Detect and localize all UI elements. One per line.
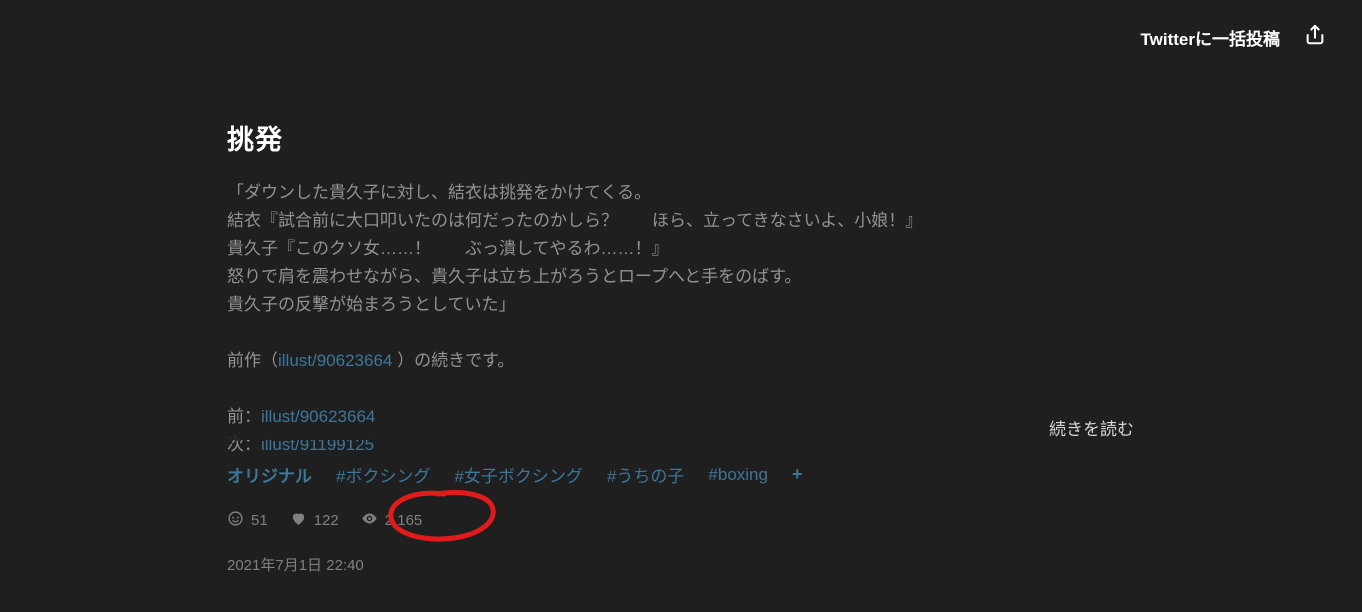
heart-icon — [290, 510, 307, 531]
stat-likes-count: 122 — [314, 512, 339, 529]
post-timestamp: 2021年7月1日 22:40 — [227, 554, 364, 575]
desc-line: 貴久子の反撃が始まろうとしていた」 — [227, 291, 1147, 319]
text: 前作（ — [227, 351, 278, 370]
add-tag-button[interactable]: + — [792, 464, 803, 485]
post-title: 挑発 — [227, 118, 1147, 157]
tag[interactable]: #うちの子 — [607, 462, 684, 487]
desc-line: 前作（illust/90623664 ）の続きです。 — [227, 347, 1147, 375]
prev-work-link-inline[interactable]: illust/90623664 — [278, 351, 392, 370]
stat-likes: 122 — [290, 510, 339, 531]
tag-primary[interactable]: オリジナル — [227, 462, 312, 487]
tag[interactable]: #ボクシング — [336, 462, 430, 487]
fade-mask — [227, 426, 527, 440]
prev-work-link[interactable]: illust/90623664 — [261, 407, 375, 426]
twitter-bulk-post-link[interactable]: Twitterに一括投稿 — [1141, 25, 1280, 50]
tag[interactable]: #女子ボクシング — [454, 462, 582, 487]
text: 前： — [227, 407, 261, 426]
smile-icon — [227, 510, 244, 531]
stat-smiles: 51 — [227, 510, 268, 531]
desc-line: 結衣『試合前に大口叩いたのは何だったのかしら？ ほら、立ってきなさいよ、小娘！』 — [227, 207, 1147, 235]
desc-line: 怒りで肩を震わせながら、貴久子は立ち上がろうとロープへと手をのばす。 — [227, 263, 1147, 291]
tag[interactable]: #boxing — [708, 465, 768, 485]
text: ）の続きです。 — [392, 351, 514, 370]
read-more-button[interactable]: 続きを読む — [1049, 415, 1134, 440]
share-icon[interactable] — [1304, 24, 1326, 51]
stat-smiles-count: 51 — [251, 512, 268, 529]
post-description: 「ダウンした貴久子に対し、結衣は挑発をかけてくる。 結衣『試合前に大口叩いたのは… — [227, 179, 1147, 459]
stat-views: 2,165 — [361, 510, 423, 531]
desc-line: 貴久子『このクソ女……！ ぶっ潰してやるわ……！』 — [227, 235, 1147, 263]
stat-views-count: 2,165 — [385, 512, 423, 529]
desc-line: 「ダウンした貴久子に対し、結衣は挑発をかけてくる。 — [227, 179, 1147, 207]
eye-icon — [361, 510, 378, 531]
